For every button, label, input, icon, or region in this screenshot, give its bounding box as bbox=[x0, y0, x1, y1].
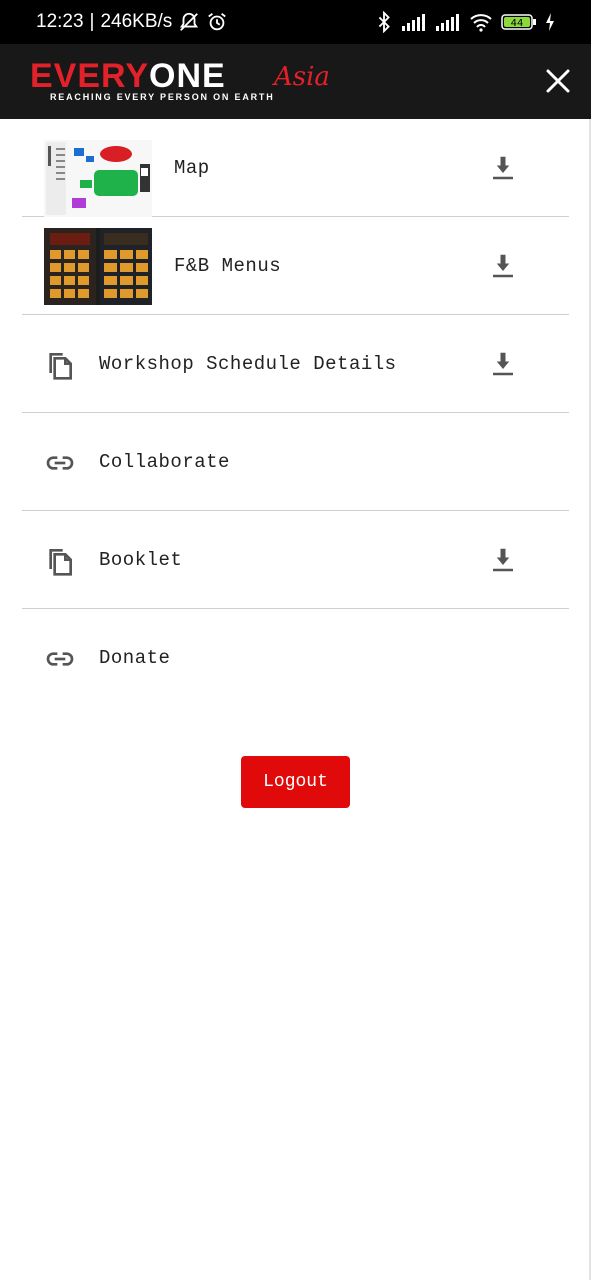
menu-item-booklet[interactable]: Booklet bbox=[22, 511, 569, 609]
link-icon bbox=[46, 652, 74, 666]
signal-icon-2 bbox=[436, 14, 459, 31]
menu-item-collaborate[interactable]: Collaborate bbox=[22, 413, 569, 511]
menu-item-label: Booklet bbox=[99, 548, 183, 571]
download-icon[interactable] bbox=[488, 545, 518, 575]
map-thumbnail bbox=[44, 140, 152, 217]
everyone-asia-logo: EVERYONE Asia REACHING EVERY PERSON ON E… bbox=[30, 57, 330, 102]
menu-item-label: Workshop Schedule Details bbox=[99, 352, 397, 375]
status-net-speed: 246KB/s bbox=[100, 11, 173, 32]
svg-text:44: 44 bbox=[511, 18, 524, 29]
menu-item-fb-menus[interactable]: F&B Menus bbox=[22, 217, 569, 315]
menu-item-label: F&B Menus bbox=[174, 254, 282, 277]
document-copy-icon bbox=[49, 353, 72, 380]
fb-menus-thumbnail bbox=[44, 228, 152, 305]
charging-icon bbox=[546, 13, 554, 31]
wifi-icon bbox=[470, 14, 492, 32]
menu-item-label: Collaborate bbox=[99, 450, 230, 473]
signal-icon bbox=[402, 14, 425, 31]
status-time: 12:23 bbox=[36, 11, 84, 32]
bluetooth-icon bbox=[378, 11, 390, 33]
menu-item-map[interactable]: Map bbox=[22, 119, 569, 217]
logout-button[interactable]: Logout bbox=[241, 756, 350, 808]
document-copy-icon bbox=[49, 549, 72, 576]
logo-tagline: REACHING EVERY PERSON ON EARTH bbox=[50, 92, 275, 102]
menu-item-workshop-schedule[interactable]: Workshop Schedule Details bbox=[22, 315, 569, 413]
download-icon[interactable] bbox=[488, 251, 518, 281]
drawer-menu: Map F&B Menus Workshop Schedule Details … bbox=[22, 119, 569, 707]
menu-item-label: Map bbox=[174, 156, 210, 179]
menu-item-donate[interactable]: Donate bbox=[22, 609, 569, 707]
download-icon[interactable] bbox=[488, 153, 518, 183]
download-icon[interactable] bbox=[488, 349, 518, 379]
app-header: EVERYONE Asia REACHING EVERY PERSON ON E… bbox=[0, 44, 591, 119]
link-icon bbox=[46, 456, 74, 470]
mute-icon bbox=[180, 12, 199, 31]
menu-item-label: Donate bbox=[99, 647, 171, 669]
status-bar: 12:23 | 246KB/s 44 bbox=[0, 0, 591, 44]
close-icon[interactable] bbox=[543, 66, 573, 96]
battery-icon: 44 bbox=[501, 14, 536, 30]
alarm-icon bbox=[208, 13, 227, 31]
